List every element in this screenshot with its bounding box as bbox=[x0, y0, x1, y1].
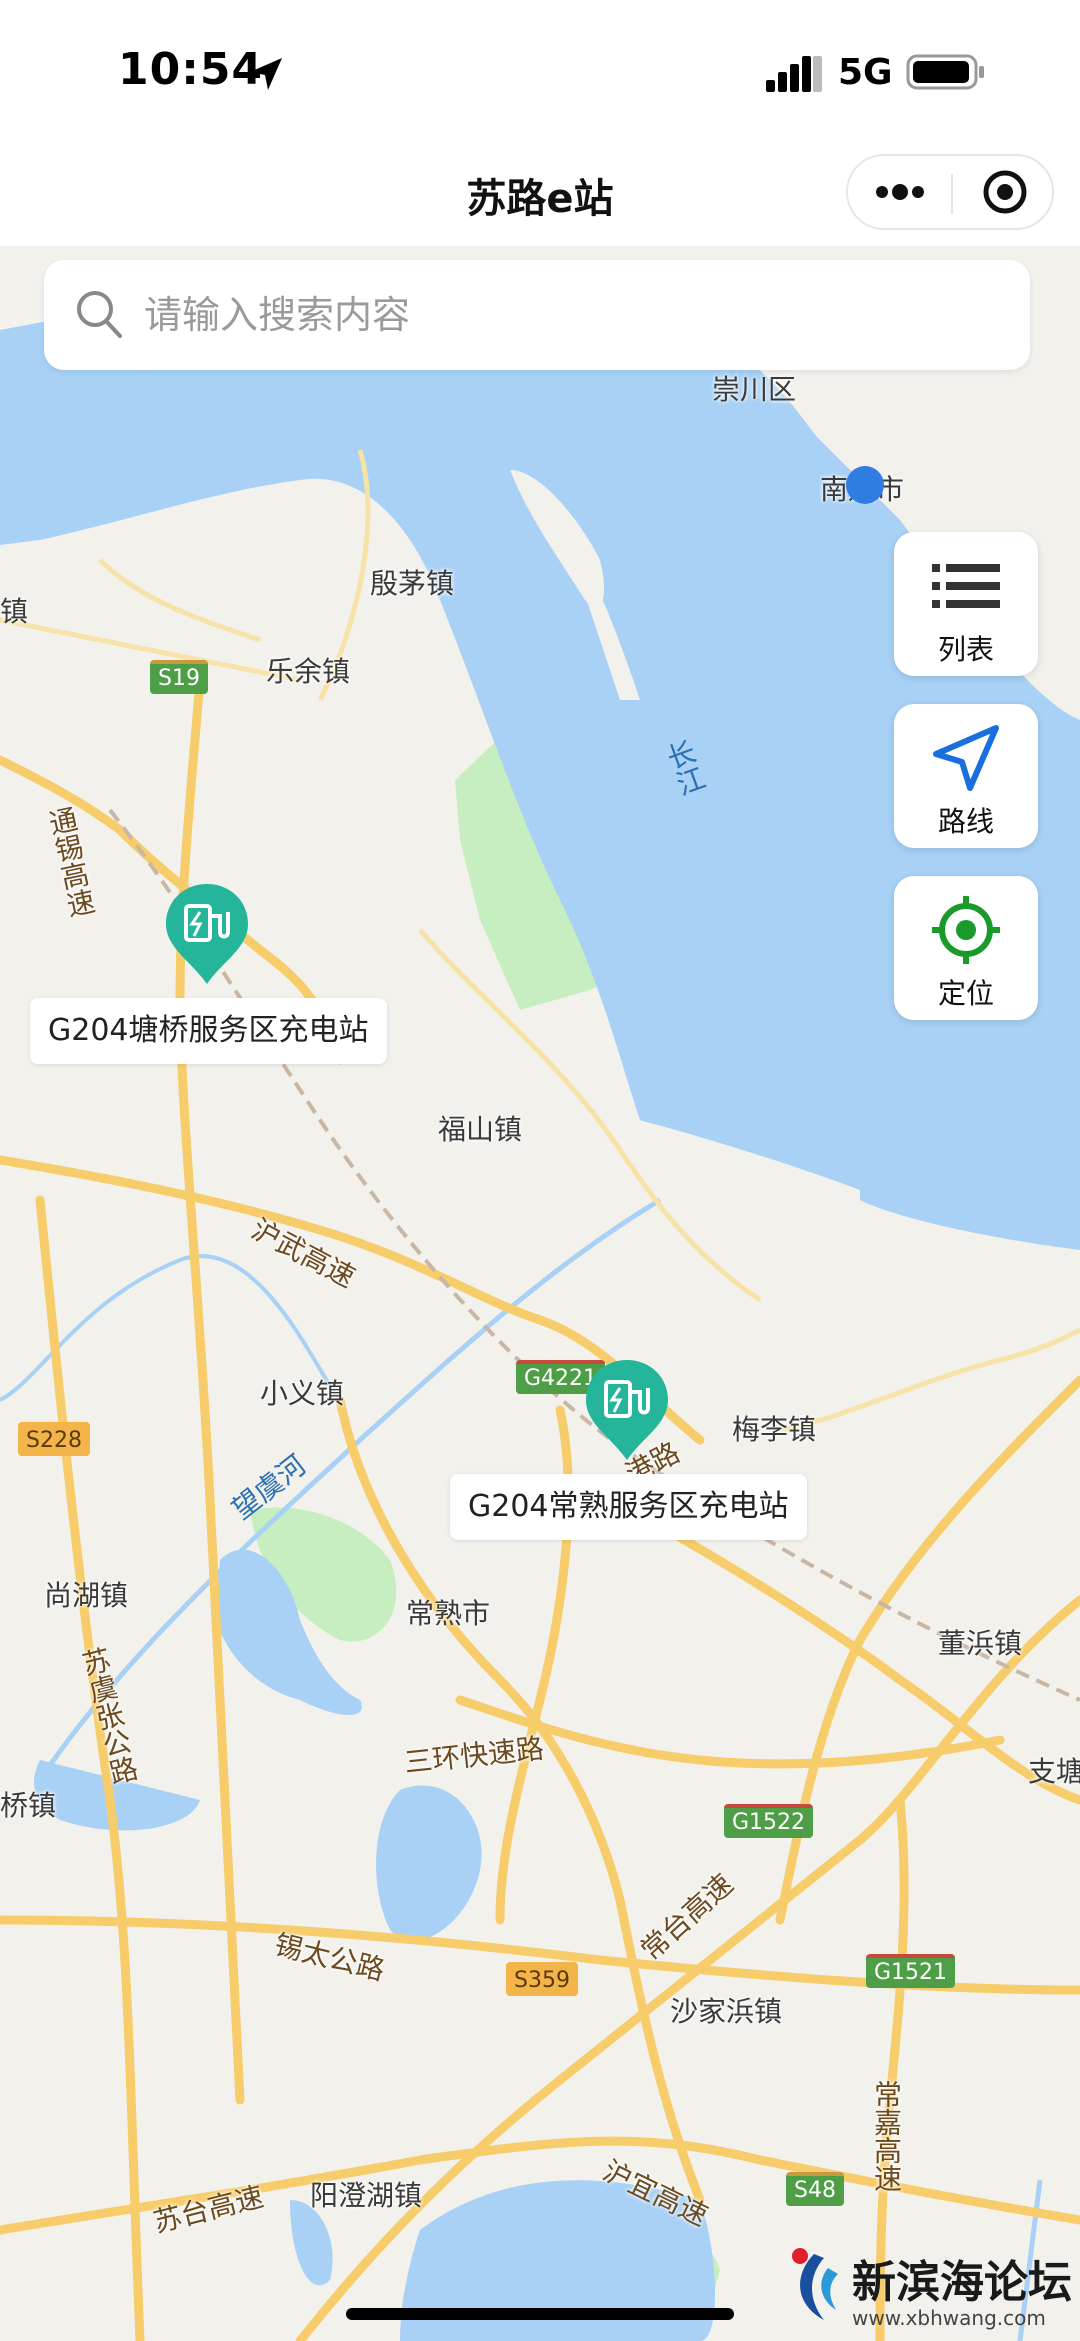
battery-icon bbox=[906, 54, 984, 90]
place-fushan: 福山镇 bbox=[438, 1113, 523, 1146]
cellular-signal-icon bbox=[766, 56, 822, 92]
list-button-label: 列表 bbox=[937, 633, 994, 666]
shield-s228: S228 bbox=[18, 1422, 90, 1456]
list-icon bbox=[932, 564, 1000, 608]
place-chongchuan: 崇川区 bbox=[712, 373, 797, 406]
shield-s19: S19 bbox=[150, 660, 208, 694]
shield-s359: S359 bbox=[506, 1962, 578, 1996]
marker-label-changshu[interactable]: G204常熟服务区充电站 bbox=[450, 1474, 807, 1540]
forum-watermark: 新滨海论坛 www.xbhwang.com bbox=[780, 2236, 1080, 2341]
place-dongbang: 董浜镇 bbox=[938, 1627, 1023, 1660]
shield-s48: S48 bbox=[786, 2172, 844, 2206]
list-button[interactable]: 列表 bbox=[894, 532, 1038, 676]
place-zhitang: 支塘 bbox=[1028, 1755, 1080, 1788]
place-qiao-left: 桥镇 bbox=[0, 1789, 57, 1822]
road-changjia: 常嘉高速 bbox=[870, 2080, 903, 2192]
search-bar[interactable] bbox=[44, 260, 1030, 370]
locate-button[interactable]: 定位 bbox=[894, 876, 1038, 1020]
close-miniprogram-button[interactable] bbox=[953, 156, 1056, 228]
locate-icon bbox=[932, 896, 1000, 964]
search-input[interactable] bbox=[144, 260, 1004, 370]
locate-button-label: 定位 bbox=[937, 977, 994, 1010]
charging-station-marker-tangqiao[interactable] bbox=[162, 882, 252, 986]
forum-logo-icon bbox=[792, 2248, 838, 2320]
more-dots-icon bbox=[876, 184, 924, 200]
route-button[interactable]: 路线 bbox=[894, 704, 1038, 848]
marker-label-tangqiao[interactable]: G204塘桥服务区充电站 bbox=[30, 998, 387, 1064]
watermark-url: www.xbhwang.com bbox=[852, 2306, 1046, 2330]
place-shajiabang: 沙家浜镇 bbox=[670, 1995, 783, 2028]
place-xiaoyi: 小义镇 bbox=[260, 1377, 345, 1410]
app-screen: 10:54 5G 苏路e站 崇川区 殷茅镇 镇 乐余镇 福山镇 小义镇 梅李镇 … bbox=[0, 0, 1080, 2341]
home-indicator[interactable] bbox=[346, 2308, 734, 2320]
location-services-icon bbox=[250, 58, 282, 90]
status-bar: 10:54 5G bbox=[0, 0, 1080, 140]
navigate-arrow-icon bbox=[933, 725, 999, 791]
place-meili: 梅李镇 bbox=[732, 1413, 817, 1446]
place-yangchenghu: 阳澄湖镇 bbox=[310, 2179, 423, 2212]
status-time: 10:54 bbox=[118, 44, 264, 95]
target-close-icon bbox=[983, 170, 1027, 214]
place-zhen-left: 镇 bbox=[0, 595, 29, 628]
search-icon bbox=[77, 291, 122, 338]
place-leyu: 乐余镇 bbox=[266, 655, 351, 688]
more-button[interactable] bbox=[848, 156, 951, 228]
shield-g1522: G1522 bbox=[724, 1804, 814, 1838]
nav-bar: 苏路e站 bbox=[0, 140, 1080, 246]
shield-g1521: G1521 bbox=[866, 1954, 956, 1988]
route-button-label: 路线 bbox=[937, 805, 994, 838]
place-shanghu: 尚湖镇 bbox=[44, 1579, 129, 1612]
place-yinmao: 殷茅镇 bbox=[370, 567, 455, 600]
place-changshu: 常熟市 bbox=[406, 1597, 491, 1630]
charging-station-marker-changshu[interactable] bbox=[582, 1358, 672, 1462]
user-location-dot bbox=[846, 466, 884, 504]
watermark-title: 新滨海论坛 bbox=[852, 2257, 1072, 2308]
miniprogram-capsule bbox=[846, 154, 1054, 230]
network-type: 5G bbox=[838, 52, 893, 93]
